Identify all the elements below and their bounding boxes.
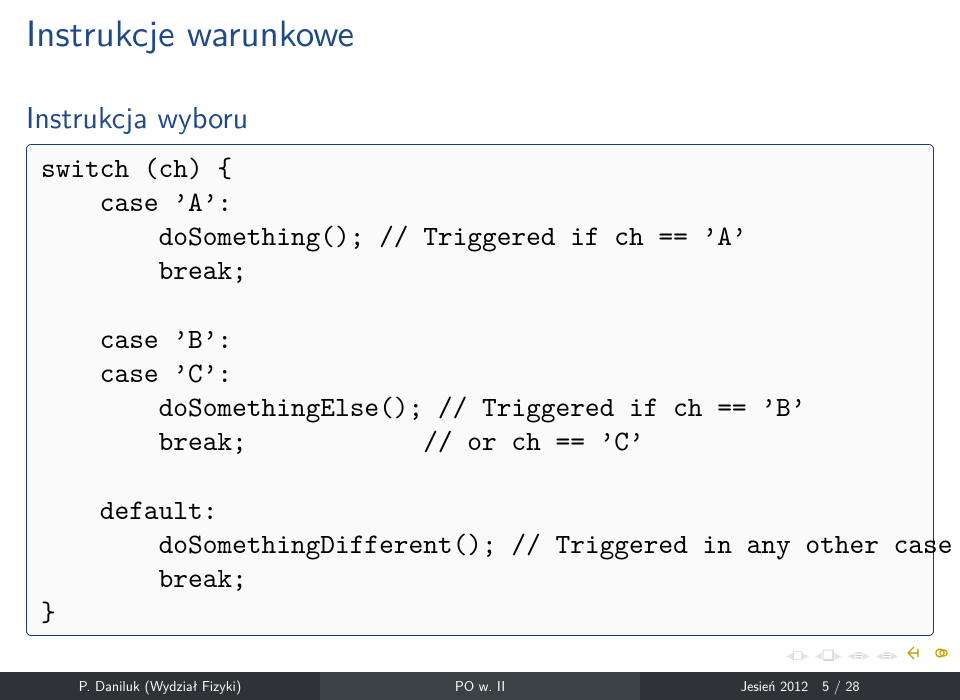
code-content: switch (ch) { case ’A’: doSomething(); /… <box>41 151 919 629</box>
nav-next-slide-icon[interactable]: ▸ <box>891 645 898 665</box>
footer-page: 5 / 28 <box>822 676 859 696</box>
nav-frame[interactable]: ◂ ≡ ▸ <box>848 645 870 665</box>
nav-bar2-icon: ≡ <box>883 645 891 665</box>
nav-pages-icon: ❏ <box>822 645 835 665</box>
nav-next-sub-icon[interactable]: ▸ <box>835 645 842 665</box>
nav-next-section-icon[interactable]: ▸ <box>802 645 809 665</box>
nav-subsection[interactable]: ◂ ❏ ▸ <box>815 645 842 665</box>
nav-back-icon[interactable] <box>904 643 924 668</box>
slide-subtitle: Instrukcja wyboru <box>0 58 960 144</box>
slide: Instrukcje warunkowe Instrukcja wyboru s… <box>0 0 960 700</box>
nav-prev-frame-icon[interactable]: ◂ <box>848 645 855 665</box>
nav-prev-section-icon[interactable]: ◂ <box>786 645 793 665</box>
nav-section[interactable]: ◂ □ ▸ <box>786 645 809 665</box>
footer-center: PO w. II <box>320 672 640 700</box>
nav-prev-slide-icon[interactable]: ◂ <box>876 645 883 665</box>
nav-slide[interactable]: ◂ ≡ ▸ <box>876 645 898 665</box>
nav-prev-sub-icon[interactable]: ◂ <box>815 645 822 665</box>
slide-title: Instrukcje warunkowe <box>0 0 960 58</box>
nav-loop-icon[interactable] <box>930 643 950 668</box>
footer-right: Jesień 2012 5 / 28 <box>640 672 960 700</box>
footer-author: P. Daniluk (Wydział Fizyki) <box>0 672 320 700</box>
nav-controls: ◂ □ ▸ ◂ ❏ ▸ ◂ ≡ ▸ ◂ ≡ ▸ <box>786 639 950 671</box>
nav-next-frame-icon[interactable]: ▸ <box>863 645 870 665</box>
nav-section-icon: □ <box>793 645 801 665</box>
footer: P. Daniluk (Wydział Fizyki) PO w. II Jes… <box>0 672 960 700</box>
footer-term: Jesień 2012 <box>741 676 809 696</box>
nav-bar1-icon: ≡ <box>855 645 863 665</box>
code-block: switch (ch) { case ’A’: doSomething(); /… <box>26 144 934 636</box>
